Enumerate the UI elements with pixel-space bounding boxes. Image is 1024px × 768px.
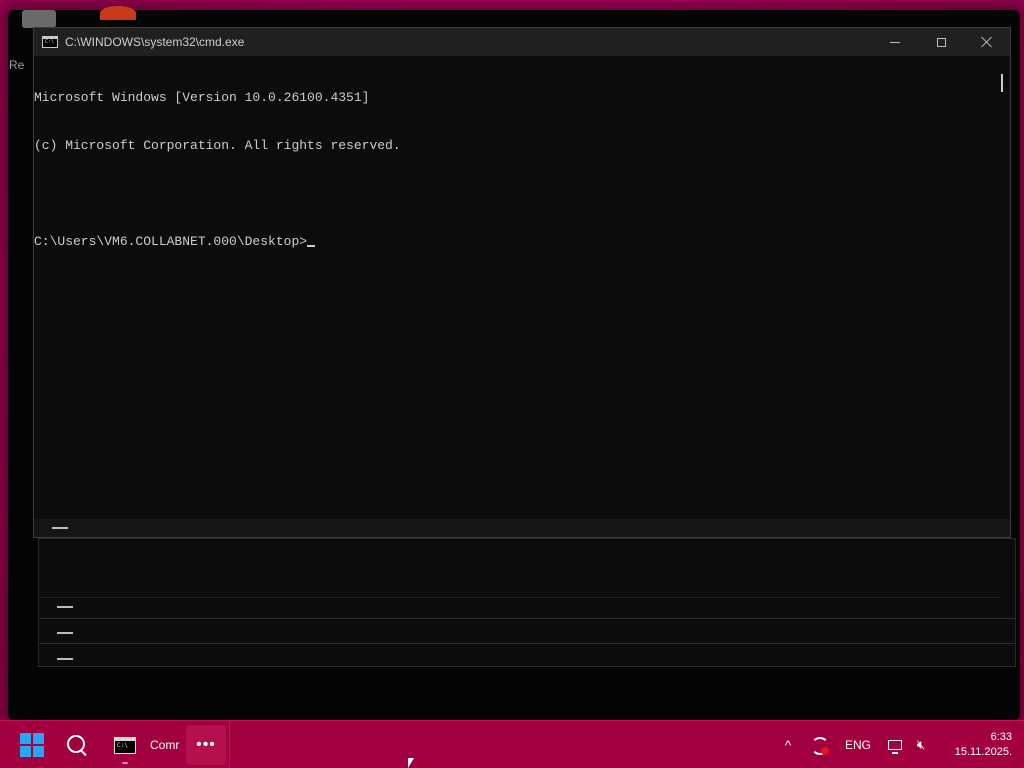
- ghost-window-dash: [57, 658, 73, 660]
- more-button[interactable]: •••: [186, 725, 226, 765]
- start-button[interactable]: [12, 721, 52, 768]
- mouse-pointer: [408, 758, 414, 768]
- console-line: (c) Microsoft Corporation. All rights re…: [34, 138, 401, 153]
- scrollbar-thumb[interactable]: [1001, 74, 1003, 92]
- more-icon: •••: [196, 736, 216, 753]
- vertical-scrollbar[interactable]: [994, 56, 1010, 519]
- strip-dash: [52, 527, 68, 529]
- console-prompt: C:\Users\VM6.COLLABNET.000\Desktop>: [34, 234, 308, 249]
- minimize-button[interactable]: [872, 28, 918, 56]
- window-titlebar[interactable]: C:\ C:\WINDOWS\system32\cmd.exe: [34, 28, 1010, 56]
- desktop-icon-partial-2[interactable]: [100, 6, 136, 20]
- minimize-icon: [890, 41, 900, 43]
- running-indicator: [122, 762, 128, 764]
- show-hidden-icons-button[interactable]: ^: [776, 721, 800, 768]
- taskbar: C:\ Comr ••• ^ ENG 🔇︎ 6:33 15.11.2025.: [0, 720, 1024, 768]
- window-title: C:\WINDOWS\system32\cmd.exe: [65, 35, 245, 49]
- search-icon: [66, 734, 88, 757]
- desktop-icon-partial[interactable]: [22, 10, 56, 28]
- taskbar-app-cmd[interactable]: C:\ Comr: [108, 721, 180, 768]
- ghost-window-dash: [57, 632, 73, 634]
- chevron-up-icon: ^: [784, 737, 792, 753]
- cmd-icon: C:\: [114, 736, 136, 754]
- clock-time: 6:33: [990, 731, 1012, 743]
- taskbar-app-label: Comr: [150, 738, 180, 752]
- cmd-icon: C:\: [42, 36, 58, 48]
- desktop: Re C:\ C:\WINDOWS\system32\cmd.exe Micro…: [0, 0, 1024, 768]
- console-prompt-line[interactable]: C:\Users\VM6.COLLABNET.000\Desktop>: [34, 234, 994, 250]
- close-icon: [981, 36, 993, 48]
- sync-status-button[interactable]: [806, 721, 832, 768]
- sync-alert-icon: [810, 736, 829, 755]
- search-button[interactable]: [57, 721, 97, 768]
- language-label: ENG: [844, 738, 871, 752]
- console-line: Microsoft Windows [Version 10.0.26100.43…: [34, 90, 370, 105]
- cmd-window[interactable]: C:\ C:\WINDOWS\system32\cmd.exe Microsof…: [33, 27, 1011, 538]
- windows-start-icon: [20, 733, 44, 757]
- volume-button[interactable]: 🔇︎: [910, 721, 932, 768]
- desktop-label-partial: Re: [9, 58, 25, 72]
- close-button[interactable]: [964, 28, 1010, 56]
- ghost-window-stack: [38, 538, 1016, 667]
- network-button[interactable]: [884, 721, 906, 768]
- console-output[interactable]: Microsoft Windows [Version 10.0.26100.43…: [34, 58, 994, 519]
- taskbar-divider: [229, 721, 230, 768]
- clock-date: 15.11.2025.: [954, 746, 1012, 758]
- text-cursor: [307, 245, 316, 247]
- maximize-icon: [936, 37, 946, 47]
- maximize-button[interactable]: [918, 28, 964, 56]
- language-indicator[interactable]: ENG: [840, 721, 876, 768]
- volume-muted-icon: 🔇︎: [916, 737, 926, 752]
- clock[interactable]: 6:33 15.11.2025.: [940, 721, 1012, 768]
- window-bottom-strip: [34, 519, 1010, 537]
- network-icon: [888, 740, 902, 754]
- ghost-window-dash: [57, 606, 73, 608]
